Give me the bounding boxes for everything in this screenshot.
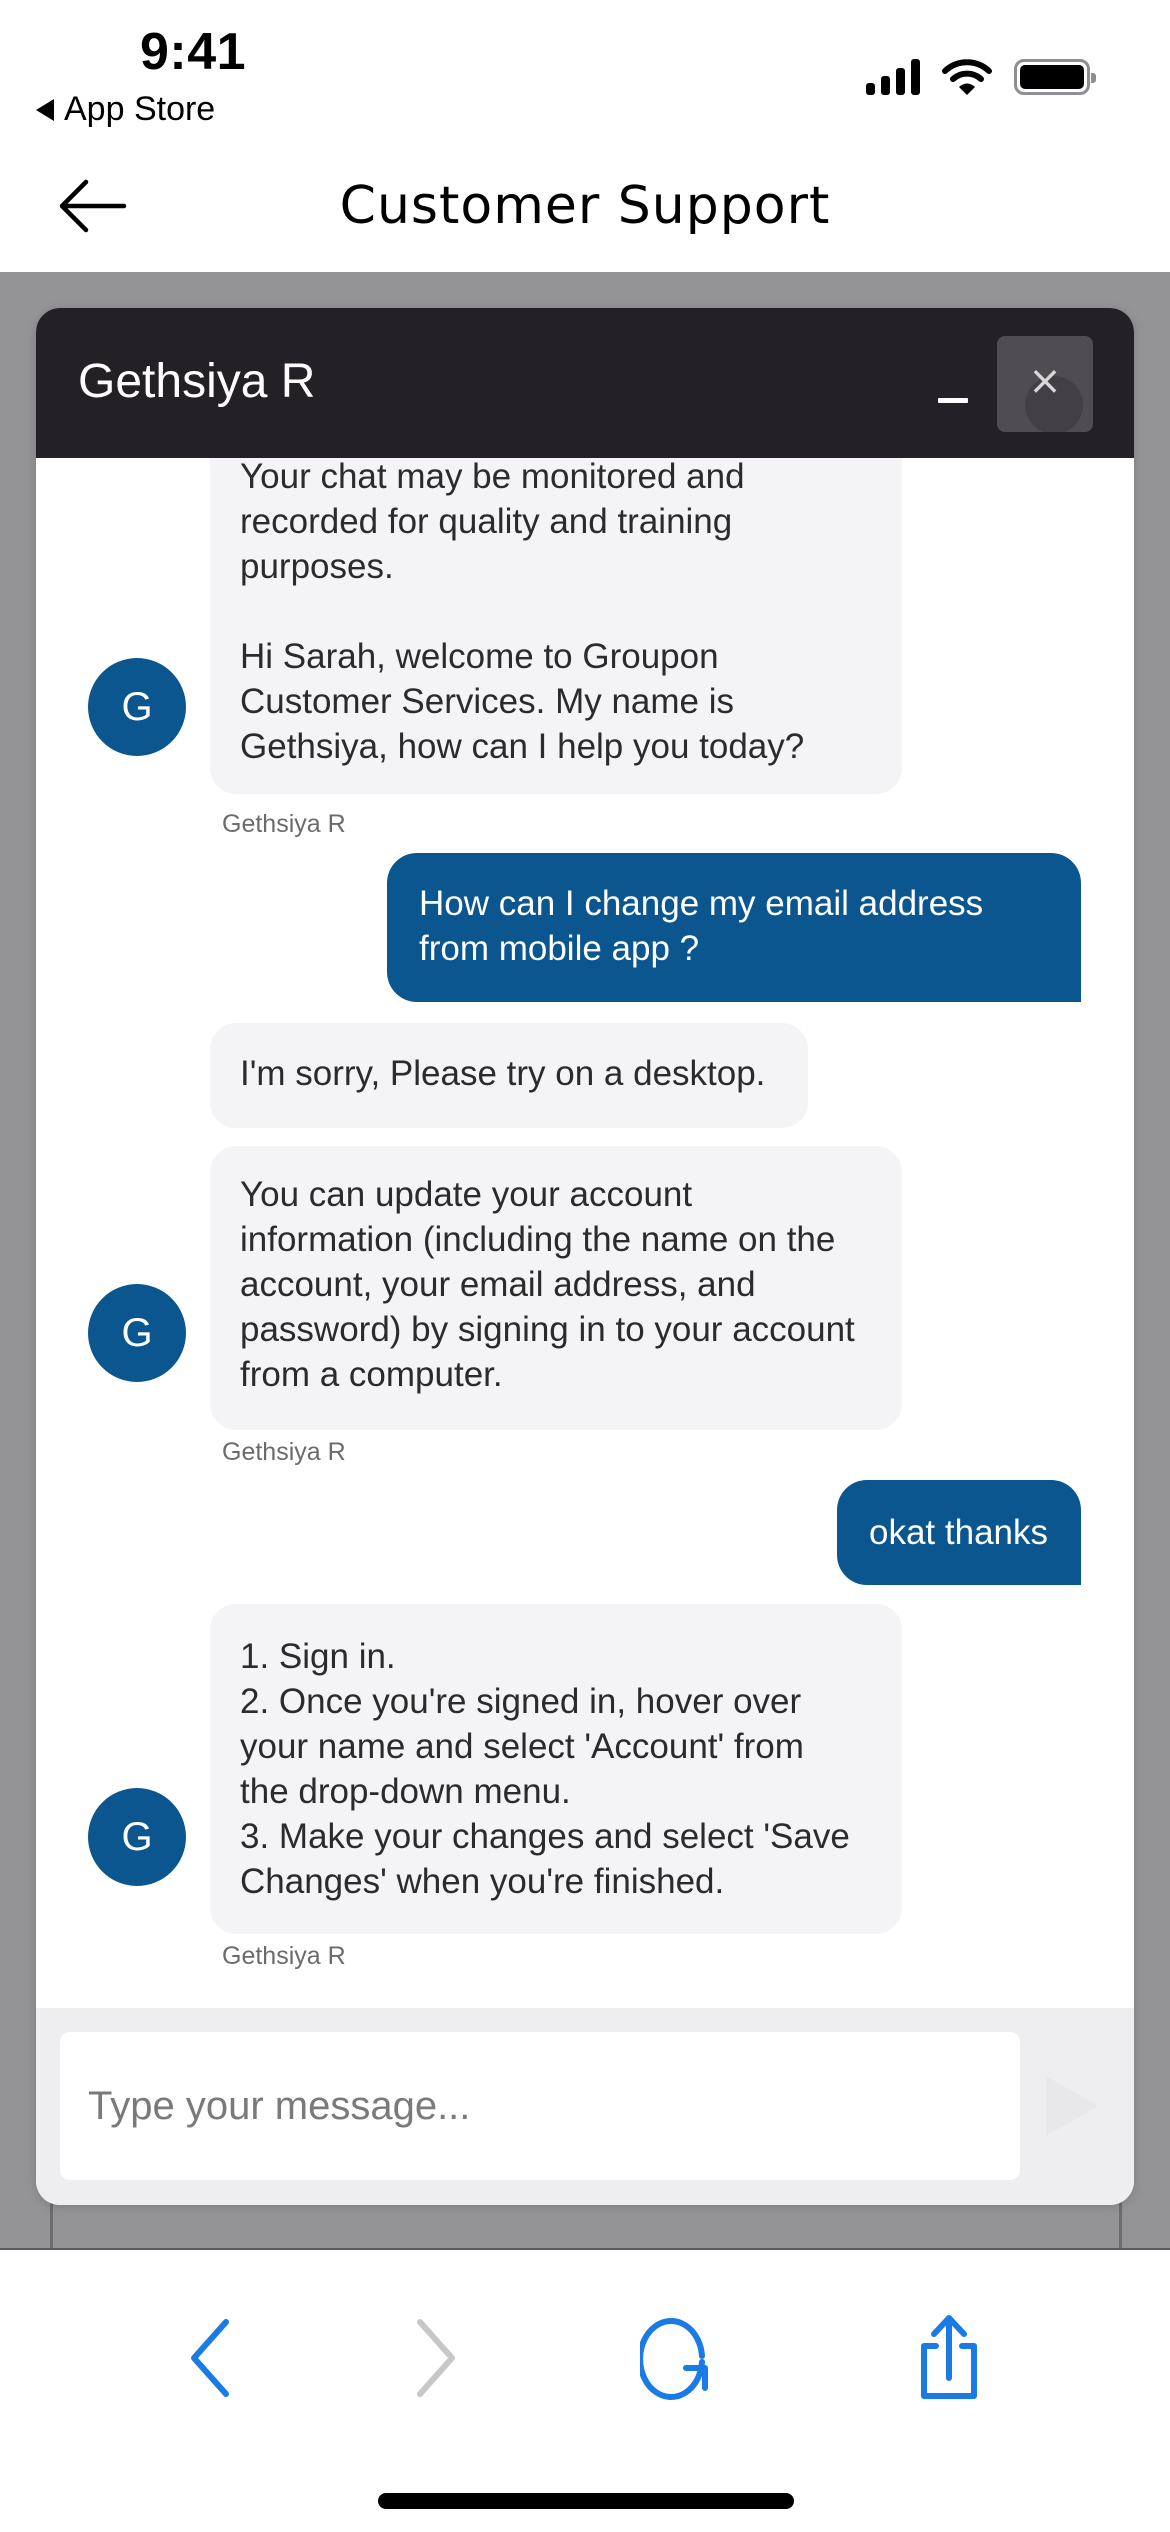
reload-icon [637,2318,708,2400]
battery-icon [1014,59,1096,95]
agent-avatar: G [88,1788,186,1886]
back-to-app-link[interactable]: App Store [36,90,215,129]
agent-avatar: G [88,1284,186,1382]
sender-name: Gethsiya R [222,1438,346,1466]
chevron-left-icon [191,2319,229,2397]
back-app-label: App Store [64,90,216,128]
agent-message: Your chat may be monitored and recorded … [210,458,902,794]
nav-header: Customer Support [0,140,1170,272]
reload-button[interactable] [637,2310,730,2410]
browser-forward-button[interactable] [398,2310,488,2410]
status-bar: 9:41 App Store [0,0,1170,140]
minimize-icon [938,398,968,403]
sender-name: Gethsiya R [222,810,346,838]
chat-messages[interactable]: Your chat may be monitored and recorded … [36,458,1134,2008]
agent-name: Gethsiya R [78,355,316,408]
close-button[interactable]: × [997,336,1093,432]
user-message: okat thanks [837,1480,1081,1585]
message-composer [36,2008,1134,2205]
share-button[interactable] [904,2310,994,2410]
browser-toolbar [0,2248,1170,2532]
status-time: 9:41 [140,23,247,81]
close-icon: × [1028,358,1062,404]
agent-message: 1. Sign in. 2. Once you're signed in, ho… [210,1604,902,1934]
cellular-signal-icon [866,59,920,95]
wifi-icon [942,59,992,95]
chat-window: Gethsiya R × Your chat may be monitored … [36,308,1134,2205]
message-input[interactable] [60,2032,1020,2180]
send-icon [1046,2076,1098,2136]
browser-back-button[interactable] [164,2310,254,2410]
sender-name: Gethsiya R [222,1942,346,1970]
back-triangle-icon [36,98,54,121]
minimize-button[interactable] [930,368,980,418]
share-icon [921,2315,977,2399]
page-title: Customer Support [339,176,831,236]
status-icons [866,58,1096,96]
agent-avatar: G [88,658,186,756]
home-indicator[interactable] [378,2493,794,2509]
agent-message: You can update your account information … [210,1146,902,1430]
chat-header: Gethsiya R × [36,308,1134,458]
user-message: How can I change my email address from m… [387,853,1081,1002]
send-button[interactable] [1036,2066,1106,2146]
agent-message: I'm sorry, Please try on a desktop. [210,1023,808,1128]
chevron-right-icon [417,2319,455,2397]
